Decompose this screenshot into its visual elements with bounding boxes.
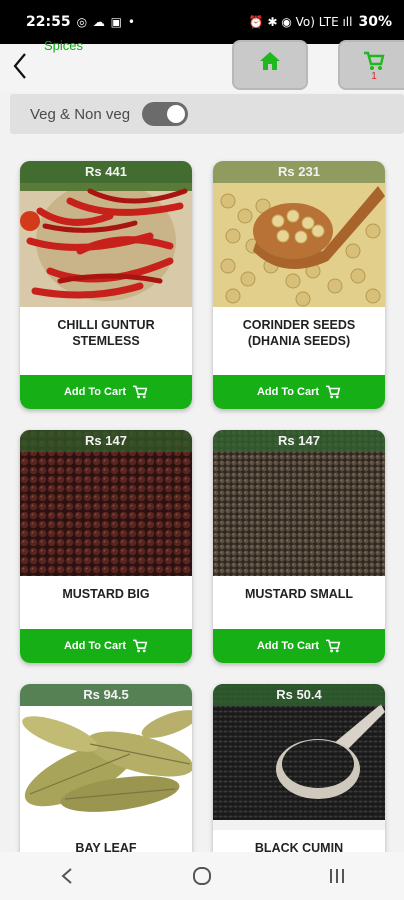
product-name: MUSTARD BIG xyxy=(62,587,150,601)
add-to-cart-label: Add To Cart xyxy=(256,640,320,652)
add-to-cart-label: Add To Cart xyxy=(256,386,320,398)
veg-toggle[interactable] xyxy=(142,102,189,126)
product-image: Rs 147 xyxy=(20,430,192,576)
veg-filter-label: Veg & Non veg xyxy=(30,105,131,123)
product-card[interactable]: Rs 231 CORINDER SEEDS (DHANIA SEEDS) Add… xyxy=(213,161,385,409)
system-icons: ⏰ ✱ ◉ Vo) LTE ıll xyxy=(248,15,353,29)
nav-back-button[interactable] xyxy=(37,856,97,896)
notification-icons: ◎ ☁ ▣ • xyxy=(76,15,136,29)
status-time: 22:55 xyxy=(26,14,71,30)
veg-filter-bar: Veg & Non veg xyxy=(10,94,404,134)
product-card[interactable]: Rs 147 MUSTARD SMALL Add To Cart xyxy=(213,430,385,663)
product-price: Rs 441 xyxy=(20,161,192,183)
nav-recents-button[interactable] xyxy=(307,856,367,896)
product-name: CORINDER SEEDS (DHANIA SEEDS) xyxy=(242,318,356,348)
system-nav-bar xyxy=(0,852,404,900)
cart-icon xyxy=(133,639,148,653)
product-image: Rs 50.4 xyxy=(213,684,385,830)
cart-button[interactable]: 1 xyxy=(338,40,404,90)
home-button[interactable] xyxy=(232,40,308,90)
cart-icon xyxy=(364,51,385,70)
status-right: ⏰ ✱ ◉ Vo) LTE ıll 30% xyxy=(249,14,392,30)
chevron-left-icon xyxy=(13,53,26,79)
cart-count-badge: 1 xyxy=(371,71,377,82)
product-name: CHILLI GUNTUR STEMLESS xyxy=(57,318,155,348)
product-price: Rs 94.5 xyxy=(20,684,192,706)
add-to-cart-button[interactable]: Add To Cart xyxy=(213,375,385,409)
product-image: Rs 441 xyxy=(20,161,192,307)
cart-icon xyxy=(326,639,341,653)
product-image: Rs 231 xyxy=(213,161,385,307)
product-image: Rs 94.5 xyxy=(20,684,192,830)
battery-level: 30% xyxy=(358,14,392,30)
toggle-knob xyxy=(167,105,186,123)
product-card[interactable]: Rs 441 CHILLI GUNTUR STEMLESS Add To Car… xyxy=(20,161,192,409)
category-title: Spices xyxy=(44,38,84,53)
home-nav-icon xyxy=(192,867,211,885)
add-to-cart-label: Add To Cart xyxy=(63,386,127,398)
back-nav-icon xyxy=(61,868,72,884)
product-image: Rs 147 xyxy=(213,430,385,576)
add-to-cart-button[interactable]: Add To Cart xyxy=(20,375,192,409)
back-button[interactable] xyxy=(10,50,30,80)
product-name: MUSTARD SMALL xyxy=(244,587,354,601)
add-to-cart-button[interactable]: Add To Cart xyxy=(213,629,385,663)
cart-icon xyxy=(326,385,341,399)
product-price: Rs 231 xyxy=(213,161,385,183)
recents-nav-icon xyxy=(329,869,344,883)
product-card[interactable]: Rs 147 MUSTARD BIG Add To Cart xyxy=(20,430,192,663)
product-price: Rs 50.4 xyxy=(213,684,385,706)
add-to-cart-button[interactable]: Add To Cart xyxy=(20,629,192,663)
product-price: Rs 147 xyxy=(213,430,385,452)
nav-home-button[interactable] xyxy=(172,856,232,896)
cart-icon xyxy=(133,385,148,399)
product-price: Rs 147 xyxy=(20,430,192,452)
home-icon xyxy=(260,52,280,70)
add-to-cart-label: Add To Cart xyxy=(63,640,127,652)
